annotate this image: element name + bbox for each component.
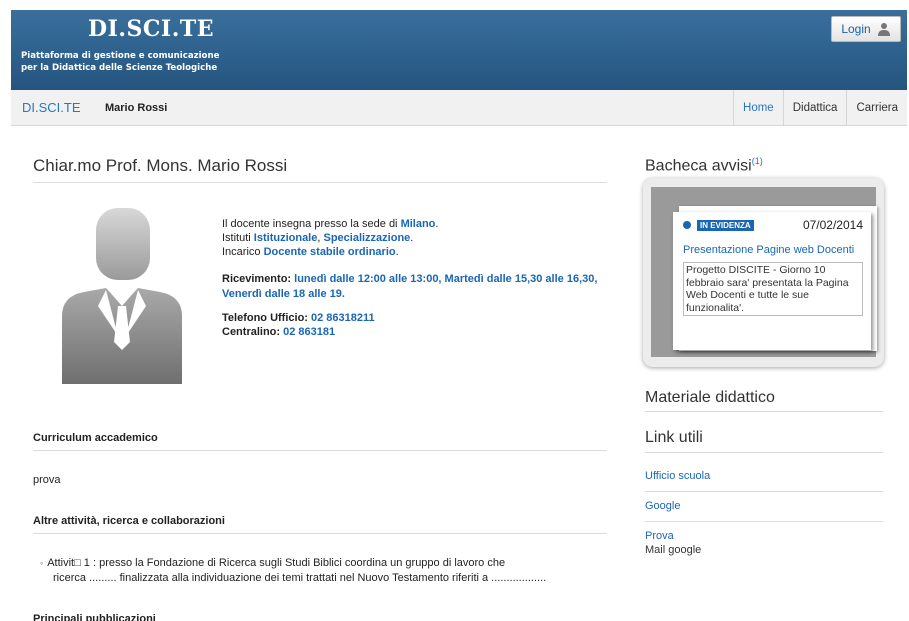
link-utili-list: Ufficio scuola Google Prova Mail google [645, 462, 883, 565]
curriculum-heading: Curriculum accademico [33, 432, 607, 451]
materiale-title: Materiale didattico [645, 389, 775, 406]
notice-title-link[interactable]: Presentazione Pagine web Docenti [683, 242, 863, 258]
pubblicazioni-heading: Principali pubblicazioni [33, 613, 156, 621]
link-prova-description: Mail google [645, 544, 702, 556]
nav-link-home[interactable]: Home [733, 90, 783, 126]
curriculum-text: prova [33, 474, 61, 486]
notice-body: Progetto DISCITE - Giorno 10 febbraio sa… [683, 262, 863, 316]
ricevimento-line: Ricevimento: lunedì dalle 12:00 alle 13:… [222, 273, 598, 300]
telefono-value: 02 86318211 [311, 312, 375, 324]
tagline-line-1: Piattaforma di gestione e comunicazione [21, 51, 220, 61]
login-label: Login [841, 22, 871, 36]
attivita-line-1: Attivit□ 1 : presso la Fondazione di Ric… [47, 557, 506, 569]
attivita-heading: Altre attività, ricerca e collaborazioni [33, 515, 607, 534]
incarico-link[interactable]: Docente stabile ordinario [264, 246, 396, 258]
nav-link-didattica[interactable]: Didattica [782, 90, 847, 126]
nav-bar: DI.SCI.TE Mario Rossi Home Didattica Car… [11, 90, 907, 126]
notice-board: IN EVIDENZA 07/02/2014 Presentazione Pag… [643, 178, 884, 367]
list-item: Google [645, 491, 883, 521]
bullet-icon: ◦ [40, 558, 44, 568]
istituto-link-specializzazione[interactable]: Specializzazione [323, 232, 410, 244]
attivita-list-item: ◦ Attivit□ 1 : presso la Fondazione di Ri… [40, 556, 600, 586]
notice-date: 07/02/2014 [802, 218, 863, 232]
list-item: Prova Mail google [645, 521, 883, 565]
nav-links: Home Didattica Carriera [733, 90, 907, 126]
link-ufficio-scuola[interactable]: Ufficio scuola [645, 470, 883, 482]
site-logo[interactable]: DI.SCI.TE [88, 16, 214, 42]
attivita-line-2: ricerca ......... finalizzata alla indiv… [53, 572, 547, 584]
tagline-line-2: per la Didattica delle Scienze Teologich… [21, 63, 218, 73]
centralino-line: Centralino: 02 863181 [222, 326, 336, 338]
link-utili-title: Link utili [645, 429, 703, 446]
notice-card[interactable]: IN EVIDENZA 07/02/2014 Presentazione Pag… [673, 212, 871, 350]
site-header: DI.SCI.TE Piattaforma di gestione e comu… [11, 10, 907, 90]
site-tagline: Piattaforma di gestione e comunicazione … [21, 50, 219, 74]
list-item: Ufficio scuola [645, 462, 883, 491]
notice-board-panel: IN EVIDENZA 07/02/2014 Presentazione Pag… [651, 187, 877, 357]
teacher-info: Il docente insegna presso la sede di Mil… [222, 217, 602, 339]
incarico-line: Incarico Docente stabile ordinario. [222, 246, 399, 258]
bacheca-count: (1) [751, 156, 763, 166]
user-icon [877, 22, 891, 36]
link-prova[interactable]: Prova [645, 530, 883, 542]
login-button[interactable]: Login [831, 16, 901, 42]
pin-icon [683, 221, 691, 229]
istituti-line: Istituti Istituzionale, Specializzazione… [222, 232, 414, 244]
nav-brand-link[interactable]: DI.SCI.TE [22, 100, 81, 115]
sede-line: Il docente insegna presso la sede di Mil… [222, 218, 439, 230]
page-title: Chiar.mo Prof. Mons. Mario Rossi [33, 156, 607, 183]
notice-header: IN EVIDENZA 07/02/2014 [683, 218, 863, 232]
nav-user-name: Mario Rossi [105, 102, 168, 114]
nav-link-carriera[interactable]: Carriera [846, 90, 907, 126]
istituto-link-istituzionale[interactable]: Istituzionale [254, 232, 318, 244]
avatar [62, 208, 182, 384]
bacheca-title: Bacheca avvisi(1) [645, 156, 763, 175]
featured-badge: IN EVIDENZA [697, 219, 754, 231]
divider [645, 452, 883, 453]
link-google[interactable]: Google [645, 500, 883, 512]
centralino-value: 02 863181 [283, 326, 336, 338]
telefono-line: Telefono Ufficio: 02 86318211 [222, 312, 375, 324]
sede-link[interactable]: Milano [401, 218, 436, 230]
divider [645, 411, 883, 412]
